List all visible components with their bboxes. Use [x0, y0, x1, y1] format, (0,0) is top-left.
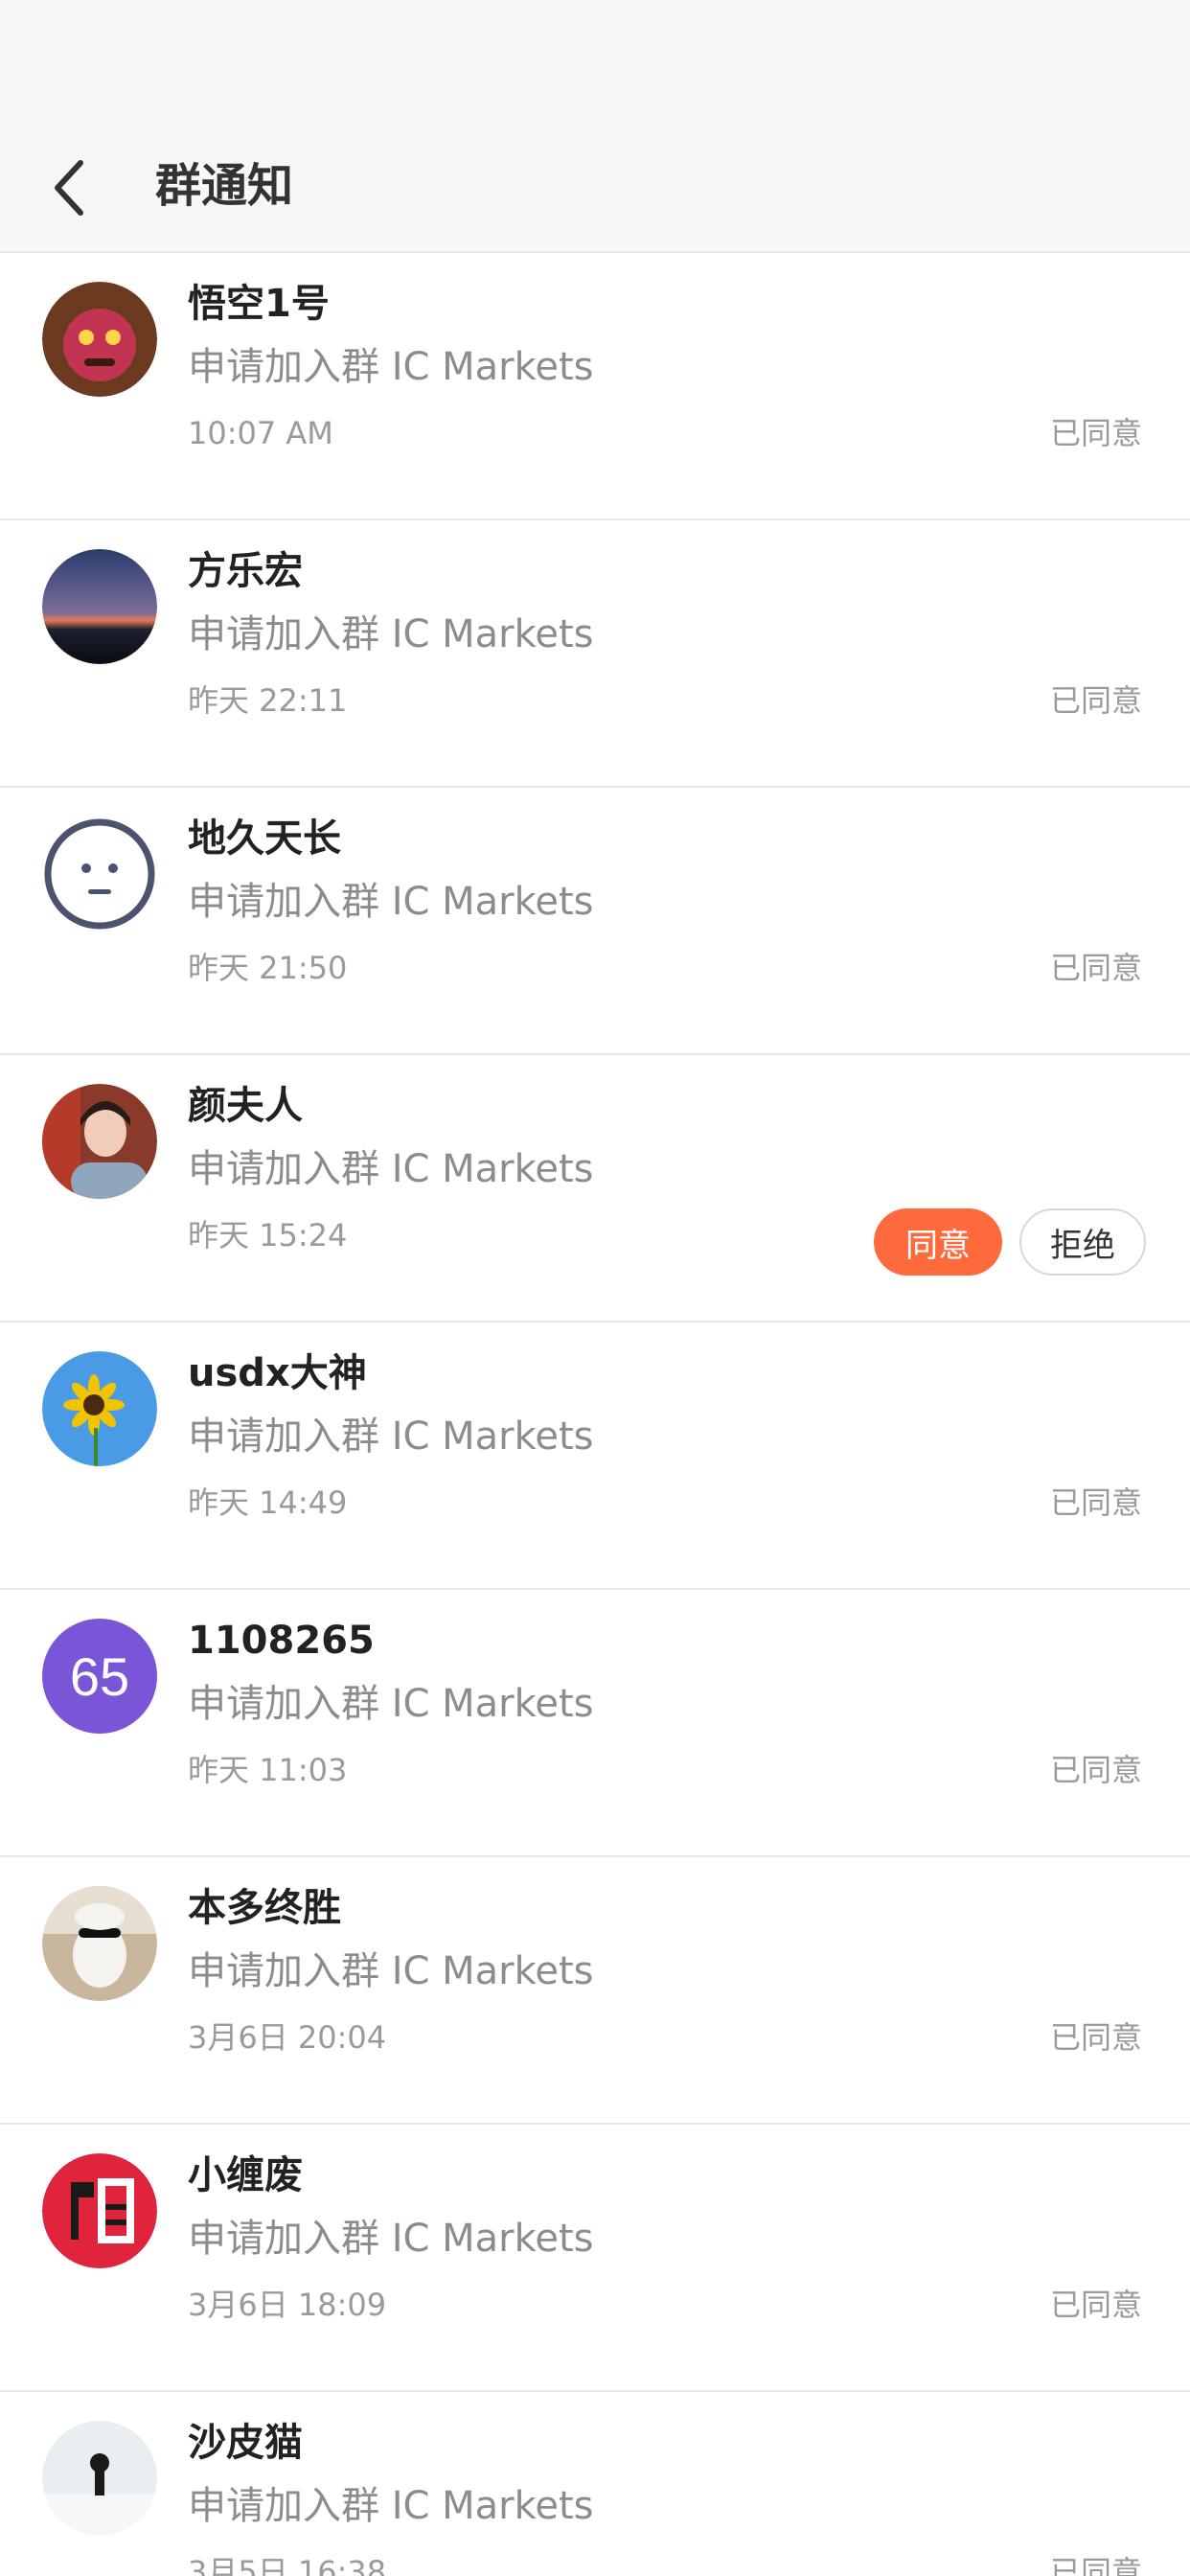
default-avatar-icon: [42, 816, 157, 932]
list-item[interactable]: 65 1108265 申请加入群 IC Markets 昨天 11:03 已同意: [0, 1590, 1190, 1857]
list-item[interactable]: 方乐宏 申请加入群 IC Markets 昨天 22:11 已同意: [0, 520, 1190, 788]
request-message: 申请加入群 IC Markets: [188, 1949, 594, 1993]
list-item[interactable]: 悟空1号 申请加入群 IC Markets 10:07 AM 已同意: [0, 253, 1190, 520]
avatar: [42, 2421, 157, 2536]
timestamp: 昨天 14:49: [188, 1484, 348, 1521]
request-message: 申请加入群 IC Markets: [188, 1414, 594, 1459]
timestamp: 昨天 15:24: [188, 1217, 348, 1254]
list-item[interactable]: 颜夫人 申请加入群 IC Markets 昨天 15:24 同意 拒绝: [0, 1055, 1190, 1322]
timestamp: 3月5日 16:38: [188, 2554, 387, 2576]
list-item[interactable]: usdx大神 申请加入群 IC Markets 昨天 14:49 已同意: [0, 1322, 1190, 1590]
list-item[interactable]: 沙皮猫 申请加入群 IC Markets 3月5日 16:38 已同意: [0, 2392, 1190, 2576]
request-message: 申请加入群 IC Markets: [188, 1682, 594, 1726]
request-message: 申请加入群 IC Markets: [188, 345, 594, 389]
status-label: 已同意: [1049, 1484, 1142, 1521]
user-name: 沙皮猫: [188, 2421, 303, 2465]
status-label: 已同意: [1049, 2287, 1142, 2323]
reject-button[interactable]: 拒绝: [1019, 1208, 1146, 1276]
chevron-left-icon: [55, 160, 83, 216]
list-item[interactable]: 本多终胜 申请加入群 IC Markets 3月6日 20:04 已同意: [0, 1857, 1190, 2125]
user-name: 颜夫人: [188, 1084, 303, 1128]
request-message: 申请加入群 IC Markets: [188, 2484, 594, 2528]
navigation-bar: 群通知: [0, 0, 1190, 253]
avatar: [42, 549, 157, 664]
user-name: 本多终胜: [188, 1886, 341, 1930]
timestamp: 10:07 AM: [188, 415, 333, 451]
timestamp: 昨天 21:50: [188, 950, 348, 986]
notification-list: 悟空1号 申请加入群 IC Markets 10:07 AM 已同意 方乐宏 申…: [0, 253, 1190, 2576]
user-name: 小缠废: [188, 2153, 303, 2197]
avatar: 65: [42, 1619, 157, 1734]
user-name: 地久天长: [188, 816, 341, 861]
user-name: usdx大神: [188, 1351, 367, 1395]
avatar: [42, 282, 157, 397]
request-message: 申请加入群 IC Markets: [188, 880, 594, 924]
user-name: 1108265: [188, 1619, 375, 1663]
status-label: 已同意: [1049, 950, 1142, 986]
page-title: 群通知: [155, 159, 294, 213]
status-label: 已同意: [1049, 1752, 1142, 1788]
back-button[interactable]: [42, 153, 96, 222]
avatar-text: 65: [69, 1645, 130, 1707]
timestamp: 昨天 22:11: [188, 682, 348, 719]
status-label: 已同意: [1049, 2554, 1142, 2576]
list-item[interactable]: 小缠废 申请加入群 IC Markets 3月6日 18:09 已同意: [0, 2125, 1190, 2392]
timestamp: 3月6日 18:09: [188, 2287, 387, 2323]
avatar: [42, 1886, 157, 2001]
timestamp: 3月6日 20:04: [188, 2019, 387, 2056]
request-message: 申请加入群 IC Markets: [188, 612, 594, 656]
list-item[interactable]: 地久天长 申请加入群 IC Markets 昨天 21:50 已同意: [0, 788, 1190, 1055]
request-message: 申请加入群 IC Markets: [188, 1147, 594, 1191]
user-name: 方乐宏: [188, 549, 303, 593]
user-name: 悟空1号: [188, 282, 330, 326]
status-label: 已同意: [1049, 415, 1142, 451]
status-label: 已同意: [1049, 682, 1142, 719]
avatar: [42, 1351, 157, 1466]
agree-button[interactable]: 同意: [874, 1208, 1002, 1276]
avatar: [42, 2153, 157, 2268]
status-label: 已同意: [1049, 2019, 1142, 2056]
request-message: 申请加入群 IC Markets: [188, 2217, 594, 2261]
avatar: [42, 1084, 157, 1199]
timestamp: 昨天 11:03: [188, 1752, 348, 1788]
